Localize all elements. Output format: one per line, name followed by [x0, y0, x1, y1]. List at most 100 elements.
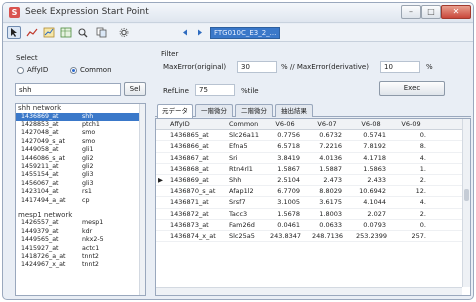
tree-scrollbar[interactable] [139, 104, 145, 295]
tree-group-header[interactable]: shh network [16, 104, 145, 113]
column-header-v6-08[interactable]: V6-08 [356, 119, 386, 130]
table-row[interactable]: 1436865_at Slc26a11 0.7756 0.6732 0.5741 0. [156, 130, 470, 142]
table-row[interactable]: 1436871_at Srsf7 3.1005 3.6175 4.1044 4. [156, 197, 470, 209]
tree-item-symbol: tnnt2 [82, 253, 99, 261]
tree-item[interactable]: 1423104_at rs1 [16, 188, 145, 196]
copy-icon[interactable] [95, 26, 109, 39]
expression-data-grid[interactable]: AffyID Common V6-06 V6-07 V6-08 V6-09 14… [155, 118, 471, 296]
refline-input[interactable]: 75 [195, 84, 235, 96]
cell-common: Sri [229, 153, 238, 162]
gene-network-tree[interactable]: shh network 1436869_at shh 1428853_at ptch1 1… [15, 103, 146, 296]
tab-extraction-result[interactable]: 抽出結果 [275, 104, 313, 117]
tree-item-symbol: gli2 [82, 162, 94, 170]
tab-raw-data[interactable]: 元データ [157, 104, 193, 118]
max-error-deriv-label: % // MaxError(derivative) [281, 63, 369, 71]
cell-v6-06: 6.7709 [277, 187, 300, 196]
grid-scroll-thumb[interactable] [464, 189, 469, 201]
minimize-button[interactable]: – [401, 5, 421, 19]
max-error-input[interactable]: 30 [237, 61, 277, 73]
tree-item[interactable]: 1459211_at gli2 [16, 163, 145, 171]
tree-item-affyid: 1446086_s_at [21, 154, 65, 162]
column-header-common[interactable]: Common [229, 119, 258, 130]
tree-item-affyid: 1428853_at [21, 120, 59, 128]
grid-vertical-scrollbar[interactable] [462, 119, 470, 287]
tree-item-affyid: 1415927_at [21, 244, 59, 252]
table-row[interactable]: ▶ 1436869_at Shh 2.5104 2.473 2.433 2. [156, 175, 470, 187]
cell-affyid: 1436865_at [170, 131, 209, 140]
settings-icon[interactable] [117, 26, 131, 39]
tree-item[interactable]: 1415927_at actc1 [16, 245, 145, 253]
app-window: S Seek Expression Start Point – □ ✕ FTG0… [2, 2, 474, 300]
tree-item[interactable]: 1424967_x_at tnnt2 [16, 261, 145, 269]
cell-affyid: 1436870_s_at [170, 187, 216, 196]
cell-affyid: 1436867_at [170, 153, 209, 162]
column-header-v6-09[interactable]: V6-09 [396, 119, 426, 130]
select-panel: Select AffyID Common shh Sel shh network… [5, 43, 150, 299]
tree-item[interactable]: 1449058_at gli1 [16, 146, 145, 154]
cell-v6-07: 2.473 [323, 175, 342, 184]
tree-item[interactable]: 1427049_s_at smo [16, 138, 145, 146]
dataset-combo[interactable]: FTG010C_E3_2_... [210, 27, 280, 39]
next-arrow-icon[interactable] [193, 26, 207, 39]
chart-toggle-icon[interactable] [42, 26, 56, 39]
table-row[interactable]: 1436870_s_at Afap1l2 6.7709 8.8029 10.6942 12… [156, 186, 470, 198]
grid-horizontal-scrollbar[interactable] [156, 287, 462, 295]
tree-item[interactable]: 1436869_at shh [16, 112, 145, 121]
tab-second-derivative[interactable]: 二階微分 [235, 104, 273, 117]
cell-common: Slc26a11 [229, 131, 260, 140]
affyid-radio[interactable] [17, 67, 24, 74]
table-row[interactable]: 1436874_x_at Slc25a5 243.8347 248.7136 253.2… [156, 231, 470, 243]
tree-item-affyid: 1417494_a_at [21, 196, 66, 204]
cell-v6-08: 2.433 [367, 175, 386, 184]
cell-common: Tacc3 [229, 209, 248, 218]
tree-item[interactable]: 1418726_a_at tnnt2 [16, 253, 145, 261]
tree-item[interactable]: 1417494_a_at cp [16, 197, 145, 205]
exec-button[interactable]: Exec [379, 81, 445, 96]
table-row[interactable]: 1436868_at Rtn4rl1 1.5867 1.5887 1.5863 1. [156, 164, 470, 175]
column-header-v6-06[interactable]: V6-06 [270, 119, 300, 130]
maximize-button[interactable]: □ [421, 5, 441, 19]
cursor-tool-icon[interactable] [7, 26, 21, 39]
gene-search-input[interactable]: shh [15, 83, 121, 96]
tree-item[interactable]: 1449565_at nkx2-5 [16, 236, 145, 244]
tree-item[interactable]: 1456067_at gli3 [16, 180, 145, 188]
table-row[interactable]: 1436872_at Tacc3 1.5678 1.8003 2.027 2. [156, 209, 470, 220]
tree-item-symbol: gli3 [82, 171, 94, 179]
cell-v6-07: 7.2216 [319, 142, 342, 151]
tree-item[interactable]: 1455154_at gli3 [16, 171, 145, 179]
tree-item-symbol: gli2 [82, 154, 94, 162]
cell-common: Rtn4rl1 [229, 164, 253, 173]
table-icon[interactable] [59, 26, 73, 39]
tab-first-derivative[interactable]: 一階微分 [195, 104, 233, 117]
table-row[interactable]: 1436866_at Efna5 6.5718 7.2216 7.8192 8. [156, 141, 470, 153]
common-radio[interactable] [70, 67, 77, 74]
search-icon[interactable] [76, 26, 90, 39]
tree-item-symbol: smo [82, 137, 96, 145]
close-button[interactable]: ✕ [441, 5, 471, 19]
tree-item[interactable]: 1426557_at mesp1 [16, 219, 145, 227]
tree-item[interactable]: 1428853_at ptch1 [16, 121, 145, 129]
tree-group-header[interactable]: mesp1 network [16, 211, 145, 220]
cell-v6-09: 257. [411, 231, 426, 240]
tree-item-symbol: rs1 [82, 188, 92, 196]
tree-item-affyid: 1436869_at [21, 112, 59, 120]
app-icon: S [9, 7, 20, 18]
cell-affyid: 1436868_at [170, 164, 209, 173]
tree-item[interactable]: 1449379_at kdr [16, 228, 145, 236]
column-header-affyid[interactable]: AffyID [170, 119, 190, 130]
deriv-error-input[interactable]: 10 [380, 61, 420, 73]
column-header-v6-07[interactable]: V6-07 [312, 119, 342, 130]
tree-item-affyid: 1455154_at [21, 171, 59, 179]
sel-button[interactable]: Sel [124, 82, 146, 96]
line-chart-icon[interactable] [25, 26, 39, 39]
tree-item[interactable]: 1427048_at smo [16, 129, 145, 137]
prev-arrow-icon[interactable] [178, 26, 192, 39]
tree-item-symbol: gli3 [82, 179, 94, 187]
table-row[interactable]: 1436873_at Fam26d 0.0461 0.0633 0.0793 0. [156, 220, 470, 231]
cell-v6-09: 2. [419, 175, 426, 184]
table-row[interactable]: 1436867_at Sri 3.8419 4.0136 4.1718 4. [156, 153, 470, 164]
tree-item[interactable]: 1446086_s_at gli2 [16, 155, 145, 163]
title-bar: S Seek Expression Start Point – □ ✕ [3, 3, 473, 23]
cell-v6-07: 4.0136 [319, 153, 342, 162]
cell-v6-06: 3.1005 [277, 198, 300, 207]
